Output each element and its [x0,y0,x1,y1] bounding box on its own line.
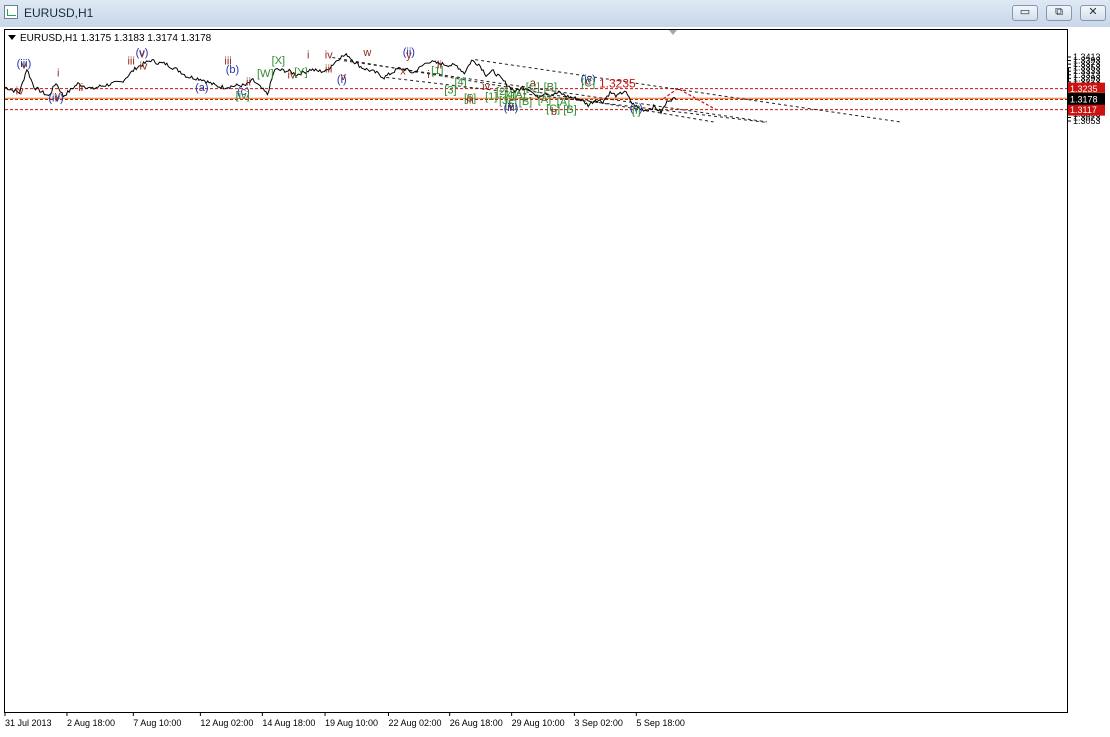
x-tick-label: 2 Aug 18:00 [67,718,115,728]
wave-label: i [307,49,309,61]
close-icon: ✕ [1088,5,1098,18]
minimize-icon: ▭ [1019,5,1031,18]
wave-label: (iv) [48,92,63,104]
price-tag-1.3117: 1.3117 [1070,105,1097,115]
chart-header: EURUSD,H1 1.3175 1.3183 1.3174 1.3178 [20,33,212,44]
wave-label: b [551,106,557,118]
wave-label: 1.3235 [599,77,636,91]
x-tick-label: 12 Aug 02:00 [200,718,253,728]
x-tick-label: 5 Sep 18:00 [636,718,685,728]
wave-label: (b) [226,64,239,76]
wave-label: i [427,69,429,81]
wave-label: [Y] [294,66,307,78]
wave-label: [C] [581,78,595,90]
wave-label: y [406,49,412,61]
x-tick-label: 26 Aug 18:00 [450,718,503,728]
wave-label: (i) [337,74,347,86]
wave-label: (a) [195,82,208,94]
wave-label: x [400,65,406,77]
wave-label: [1] [485,91,497,103]
wave-label: [B] [563,104,576,116]
chart-icon [4,5,18,19]
wave-label: v [139,49,145,61]
x-tick-label: 3 Sep 02:00 [574,718,623,728]
y-tick-label: 1.3053 [1073,116,1101,126]
x-tick-label: 7 Aug 10:00 [133,718,181,728]
wave-label: iv [16,86,24,98]
chart-background [0,27,1110,737]
wave-label: iv [140,60,148,72]
wave-label: iii [325,64,332,76]
price-chart[interactable]: EURUSD,H1 1.3175 1.3183 1.3174 1.3178 1.… [0,27,1110,737]
wave-label: iii [466,94,473,106]
wave-label: iv [288,69,296,81]
wave-label: w [362,47,371,59]
x-tick-label: 31 Jul 2013 [5,718,52,728]
wave-label: [W] [257,68,274,80]
x-tick-label: 29 Aug 10:00 [512,718,565,728]
x-tick-label: 22 Aug 02:00 [388,718,441,728]
window-title: EURUSD,H1 [24,6,94,20]
wave-label: [B] [544,81,557,93]
wave-label: [C] [526,81,540,93]
wave-label: i [57,67,59,79]
price-tag-last: 1.3178 [1070,94,1098,104]
x-tick-label: 19 Aug 10:00 [325,718,378,728]
wave-label: iii [127,56,134,68]
wave-label: [iv] [236,90,250,102]
wave-label: ii [78,82,83,94]
wave-label: [1] [431,65,443,77]
wave-label: iv [325,50,333,62]
wave-label: (iii) [504,102,519,114]
minimize-button[interactable]: ▭ [1012,5,1038,21]
close-button[interactable]: ✕ [1080,5,1106,21]
wave-label: [3] [444,85,456,97]
wave-label: [X] [272,55,285,67]
x-tick-label: 14 Aug 18:00 [262,718,315,728]
wave-label: [i] [632,105,641,117]
restore-icon: ⧉ [1055,5,1063,18]
wave-label: [B] [519,96,532,108]
restore-button[interactable]: ⧉ [1046,5,1072,21]
wave-label: v [21,59,27,71]
chart-window: EURUSD,H1 ▭ ⧉ ✕ EURUSD,H1 1.3175 1.3183 … [0,0,1110,737]
window-titlebar[interactable]: EURUSD,H1 ▭ ⧉ ✕ [0,0,1110,28]
